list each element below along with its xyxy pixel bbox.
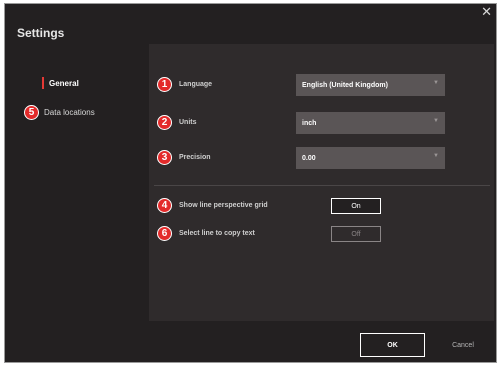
chevron-down-icon: ▼ — [433, 153, 439, 159]
chevron-down-icon: ▼ — [433, 80, 439, 86]
language-label: Language — [179, 81, 213, 88]
sidebar-item-general[interactable]: General — [42, 77, 79, 89]
perspective-grid-toggle[interactable]: On — [331, 198, 381, 214]
cancel-button[interactable]: Cancel — [441, 333, 485, 357]
callout-badge: 3 — [157, 150, 172, 165]
precision-row: 3 Precision — [157, 150, 211, 165]
language-value: English (United Kingdom) — [302, 81, 388, 89]
callout-badge: 6 — [157, 226, 172, 241]
sidebar-item-data-locations[interactable]: 5 Data locations — [24, 105, 95, 120]
sidebar-item-label: General — [49, 78, 79, 88]
selection-marker — [42, 77, 44, 89]
precision-value: 0.00 — [302, 154, 316, 162]
callout-badge: 5 — [24, 105, 39, 120]
precision-label: Precision — [179, 154, 211, 161]
close-icon[interactable]: ✕ — [481, 5, 492, 18]
perspective-grid-label: Show line perspective grid — [179, 202, 268, 209]
settings-dialog: ✕ Settings General 5 Data locations 1 La… — [4, 3, 497, 363]
units-label: Units — [179, 119, 197, 126]
copy-text-row: 6 Select line to copy text — [157, 226, 255, 241]
precision-dropdown[interactable]: 0.00 ▼ — [296, 147, 445, 169]
language-row: 1 Language — [157, 77, 212, 92]
callout-badge: 2 — [157, 115, 172, 130]
section-divider — [154, 185, 490, 186]
language-dropdown[interactable]: English (United Kingdom) ▼ — [296, 74, 445, 96]
units-value: inch — [302, 119, 317, 127]
copy-text-toggle[interactable]: Off — [331, 226, 381, 242]
chevron-down-icon: ▼ — [433, 118, 439, 124]
perspective-grid-row: 4 Show line perspective grid — [157, 198, 268, 213]
general-settings-panel: 1 Language English (United Kingdom) ▼ 2 … — [149, 44, 494, 321]
dialog-title: Settings — [17, 26, 65, 40]
callout-badge: 1 — [157, 77, 172, 92]
callout-badge: 4 — [157, 198, 172, 213]
sidebar-item-label: Data locations — [44, 108, 95, 117]
ok-button[interactable]: OK — [360, 333, 425, 357]
units-dropdown[interactable]: inch ▼ — [296, 112, 445, 134]
units-row: 2 Units — [157, 115, 197, 130]
copy-text-label: Select line to copy text — [179, 230, 255, 237]
